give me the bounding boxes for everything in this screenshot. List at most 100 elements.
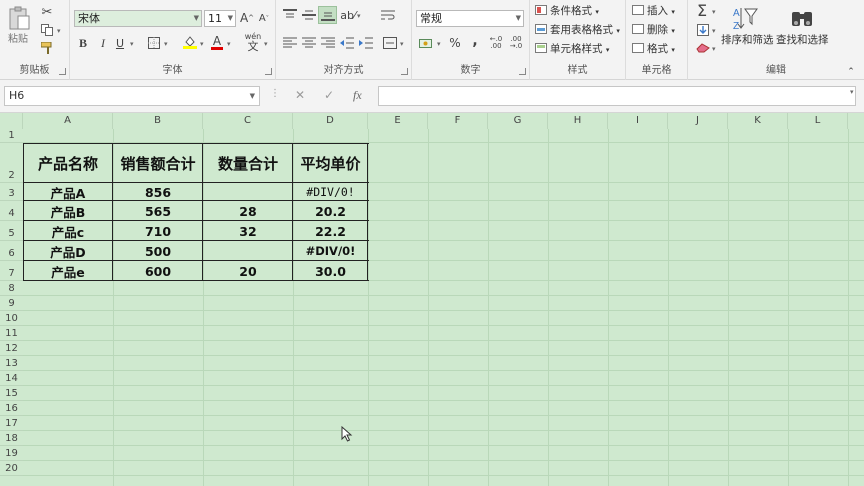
row-header-16[interactable]: 16 <box>0 401 23 416</box>
font-size-select[interactable]: 11 ▼ <box>204 10 236 27</box>
row-header-10[interactable]: 10 <box>0 311 23 326</box>
align-top-icon[interactable] <box>282 8 298 22</box>
shrink-font-icon[interactable]: Aˇ <box>257 12 271 26</box>
orientation-icon[interactable]: ab⁄ <box>340 8 356 22</box>
table-cell[interactable]: 产品c <box>23 221 113 241</box>
table-cell[interactable]: 500 <box>113 241 203 261</box>
orientation-dropdown-icon[interactable]: ▾ <box>357 12 361 20</box>
insert-button[interactable]: 插入 ▾ <box>632 4 675 19</box>
wrap-text-icon[interactable] <box>380 8 396 22</box>
phonetic-icon[interactable]: wén 文 <box>244 32 262 52</box>
column-header-k[interactable]: K <box>728 113 788 129</box>
column-header-h[interactable]: H <box>548 113 608 129</box>
column-header-f[interactable]: F <box>428 113 488 129</box>
row-header-17[interactable]: 17 <box>0 416 23 431</box>
sort-filter-button[interactable]: 排序和筛选 <box>721 33 774 47</box>
more-options-icon[interactable]: ⋮ <box>270 88 280 99</box>
enter-icon[interactable]: ✓ <box>324 88 334 102</box>
table-cell[interactable] <box>203 241 293 261</box>
format-button[interactable]: 格式 ▾ <box>632 42 675 57</box>
table-cell[interactable]: 28 <box>203 201 293 221</box>
row-header-6[interactable]: 6 <box>0 241 23 261</box>
autosum-button[interactable]: Σ <box>694 2 710 20</box>
fill-color-dropdown-icon[interactable]: ▾ <box>200 40 204 48</box>
column-header-j[interactable]: J <box>668 113 728 129</box>
expand-formula-icon[interactable]: ▾ <box>850 88 854 96</box>
column-header-a[interactable]: A <box>23 113 113 129</box>
grow-font-icon[interactable]: A ^ <box>240 11 254 25</box>
table-cell[interactable]: 20.2 <box>293 201 368 221</box>
row-header-7[interactable]: 7 <box>0 261 23 281</box>
align-middle-icon[interactable] <box>301 8 317 22</box>
table-cell[interactable]: 600 <box>113 261 203 281</box>
number-format-select[interactable]: 常规 ▼ <box>416 10 524 27</box>
format-painter-icon[interactable] <box>40 41 54 55</box>
spreadsheet-grid[interactable]: A B C D E F G H I J K L 1 2 3 4 5 6 7 8 9 10 11 12 13 14 15 16 17 18 1… <box>0 113 864 486</box>
find-select-icon[interactable] <box>789 4 815 32</box>
table-header-cell[interactable]: 产品名称 <box>23 143 113 183</box>
insert-function-icon[interactable]: fx <box>353 88 362 103</box>
align-bottom-icon[interactable] <box>318 6 337 24</box>
currency-icon[interactable] <box>418 36 436 50</box>
row-header-13[interactable]: 13 <box>0 356 23 371</box>
table-cell[interactable]: 710 <box>113 221 203 241</box>
copy-icon[interactable] <box>40 23 54 37</box>
table-header-cell[interactable]: 数量合计 <box>203 143 293 183</box>
row-header-2[interactable]: 2 <box>0 143 23 183</box>
column-header-d[interactable]: D <box>293 113 368 129</box>
underline-button[interactable]: U <box>113 36 127 50</box>
alignment-launcher-icon[interactable] <box>401 68 408 75</box>
align-left-icon[interactable] <box>282 36 298 50</box>
sort-filter-icon[interactable]: AZ <box>732 4 758 32</box>
font-color-icon[interactable]: A <box>210 34 224 50</box>
row-header-5[interactable]: 5 <box>0 221 23 241</box>
table-header-cell[interactable]: 平均单价 <box>293 143 368 183</box>
cell-styles-button[interactable]: 单元格样式 ▾ <box>535 42 609 57</box>
row-header-8[interactable]: 8 <box>0 281 23 296</box>
font-name-select[interactable]: 宋体 ▼ <box>74 10 202 27</box>
table-cell[interactable]: 565 <box>113 201 203 221</box>
column-header-l[interactable]: L <box>788 113 848 129</box>
autosum-dropdown-icon[interactable]: ▾ <box>712 8 716 16</box>
format-as-table-button[interactable]: 套用表格格式 ▾ <box>535 23 620 38</box>
column-header-b[interactable]: B <box>113 113 203 129</box>
font-launcher-icon[interactable] <box>265 68 272 75</box>
row-header-9[interactable]: 9 <box>0 296 23 311</box>
row-header-4[interactable]: 4 <box>0 201 23 221</box>
increase-indent-icon[interactable] <box>358 36 374 50</box>
table-cell[interactable]: 30.0 <box>293 261 368 281</box>
decrease-decimal-icon[interactable]: .00 →.0 <box>508 35 524 51</box>
bold-button[interactable]: B <box>76 36 90 50</box>
column-header-e[interactable]: E <box>368 113 428 129</box>
clear-dropdown-icon[interactable]: ▾ <box>712 45 716 53</box>
table-cell[interactable]: 产品D <box>23 241 113 261</box>
increase-decimal-icon[interactable]: ←.0.00 <box>488 35 504 51</box>
fill-dropdown-icon[interactable]: ▾ <box>712 27 716 35</box>
fill-color-icon[interactable] <box>182 34 198 50</box>
comma-button[interactable]: , <box>468 34 482 48</box>
row-header-20[interactable]: 20 <box>0 461 23 476</box>
table-cell[interactable]: 产品A <box>23 183 113 201</box>
row-header-18[interactable]: 18 <box>0 431 23 446</box>
table-cell[interactable]: 856 <box>113 183 203 201</box>
cut-icon[interactable]: ✂ <box>40 5 54 19</box>
delete-button[interactable]: 删除 ▾ <box>632 23 675 38</box>
row-header-19[interactable]: 19 <box>0 446 23 461</box>
paste-button[interactable] <box>6 4 32 32</box>
table-cell[interactable]: #DIV/0! <box>293 241 368 261</box>
number-launcher-icon[interactable] <box>519 68 526 75</box>
borders-dropdown-icon[interactable]: ▾ <box>164 40 168 48</box>
row-header-15[interactable]: 15 <box>0 386 23 401</box>
copy-dropdown-icon[interactable]: ▾ <box>57 27 61 35</box>
table-cell[interactable]: 22.2 <box>293 221 368 241</box>
row-header-3[interactable]: 3 <box>0 183 23 201</box>
font-color-dropdown-icon[interactable]: ▾ <box>227 40 231 48</box>
row-header-11[interactable]: 11 <box>0 326 23 341</box>
table-cell[interactable]: 20 <box>203 261 293 281</box>
decrease-indent-icon[interactable] <box>339 36 355 50</box>
clipboard-launcher-icon[interactable] <box>59 68 66 75</box>
currency-dropdown-icon[interactable]: ▾ <box>437 40 441 48</box>
row-header-14[interactable]: 14 <box>0 371 23 386</box>
table-header-cell[interactable]: 销售额合计 <box>113 143 203 183</box>
cancel-icon[interactable]: ✕ <box>295 88 305 102</box>
